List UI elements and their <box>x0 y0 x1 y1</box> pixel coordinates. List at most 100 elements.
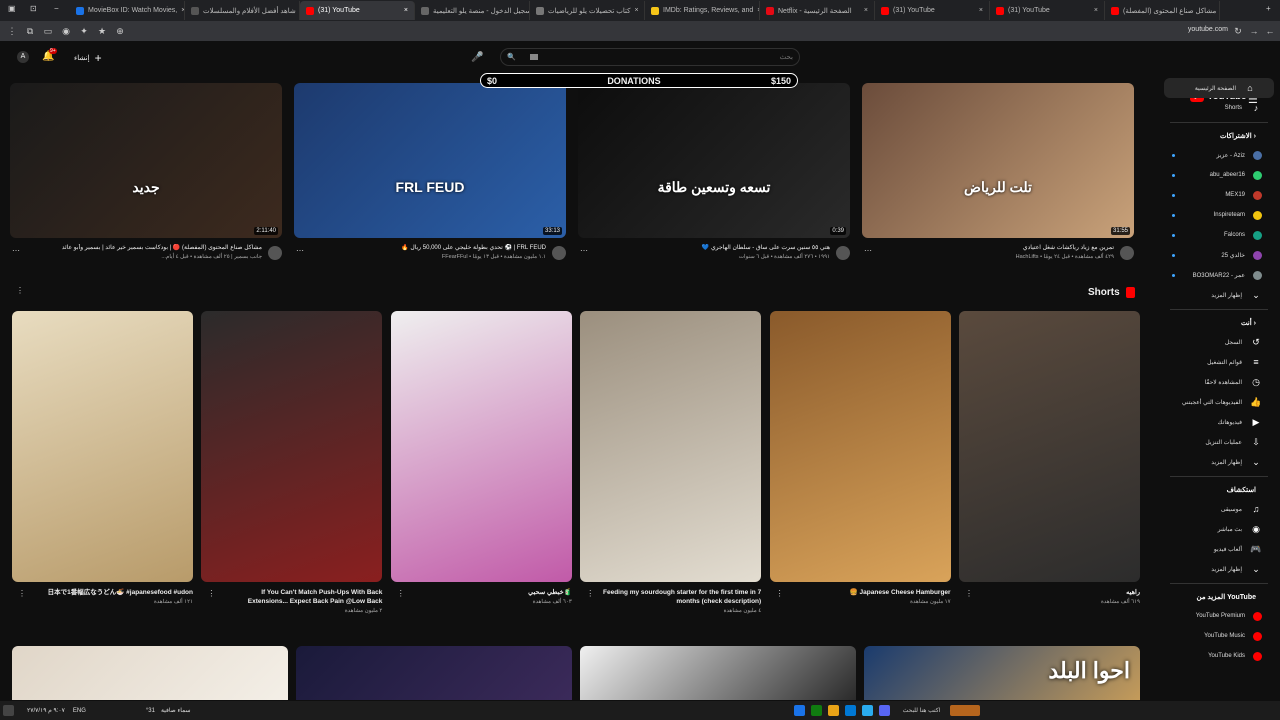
sidebar-item[interactable]: المشاهدة لاحقًا ◷ <box>1158 372 1280 392</box>
short-more-icon[interactable]: ⋮ <box>18 589 26 598</box>
video-thumbnail[interactable] <box>580 646 856 700</box>
browser-tab[interactable]: (31) YouTube × <box>990 1 1105 20</box>
more-options-icon[interactable]: ⋯ <box>296 246 304 255</box>
search-icon[interactable]: 🔍 <box>507 53 516 61</box>
short-card[interactable]: 🍔 Japanese Cheese Hamburger ١٧ مليون مشاه… <box>769 311 951 605</box>
url-text[interactable]: youtube.com <box>1188 26 1228 33</box>
channel-avatar[interactable] <box>836 246 850 260</box>
short-thumbnail[interactable] <box>201 311 383 582</box>
subscription-item[interactable]: خالدي 25 <box>1158 245 1280 265</box>
microphone-icon[interactable]: 🎤 <box>471 52 483 63</box>
video-title[interactable]: 🔥 تحدي بطولة خليجي على 50,000 ريال ⚽ | F… <box>294 244 566 251</box>
screenshot-icon[interactable]: ▭ <box>42 25 54 37</box>
video-thumbnail[interactable]: تلت للرياض 31:55 <box>862 83 1134 238</box>
keyboard-icon[interactable] <box>529 54 538 60</box>
sidebar-item[interactable]: YouTube Music <box>1158 626 1280 646</box>
menu-icon[interactable]: ⋮ <box>6 25 18 37</box>
short-more-icon[interactable]: ⋮ <box>397 589 405 598</box>
short-thumbnail[interactable] <box>12 311 193 582</box>
sidebar-item[interactable]: الصفحة الرئيسية ⌂ <box>1164 78 1274 98</box>
video-thumbnail[interactable]: FRL FEUD 33:13 <box>294 83 566 238</box>
shorts-more-icon[interactable]: ⋮ <box>16 286 24 295</box>
sidebar-item[interactable]: Shorts ♪ <box>1158 98 1280 118</box>
more-options-icon[interactable]: ⋯ <box>864 246 872 255</box>
browser-tab[interactable]: Netflix - الصفحة الرئيسية × <box>760 1 875 20</box>
video-title[interactable]: مشاكل صناع المحتوى (المفصلة) 🔴 | بودكاست… <box>10 244 282 251</box>
extension-icon[interactable]: ✦ <box>78 25 90 37</box>
sidebar-item[interactable]: إظهار المزيد ⌄ <box>1158 452 1280 472</box>
subscriptions-header[interactable]: الاشتراكات › <box>1158 127 1280 145</box>
sidebar-item[interactable]: السجل ↺ <box>1158 332 1280 352</box>
short-more-icon[interactable]: ⋮ <box>776 589 784 598</box>
folder-icon[interactable] <box>827 705 839 716</box>
short-thumbnail[interactable] <box>769 311 951 582</box>
short-thumbnail[interactable] <box>959 311 1140 582</box>
video-thumbnail[interactable]: احوا البلد <box>864 646 1140 700</box>
short-title[interactable]: Feeding my sourdough starter for the fir… <box>580 588 761 606</box>
tab-close-icon[interactable]: × <box>404 7 408 14</box>
refresh-icon[interactable]: ↻ <box>1232 25 1244 37</box>
video-card[interactable]: FRL FEUD 33:13 🔥 تحدي بطولة خليجي على 50,0… <box>294 83 566 260</box>
search-input[interactable] <box>537 53 793 61</box>
browser-tab[interactable]: MovieBox ID: Watch Movies, × <box>70 1 185 20</box>
video-card[interactable]: تسعه وتسعين طاقة 0:39 💙 هتي ٥٥ سنين سرت عل… <box>578 83 850 260</box>
browser-tab[interactable]: (31) YouTube × <box>875 1 990 20</box>
video-title[interactable]: 💙 هتي ٥٥ سنين سرت على ساق - سلطان الهاجر… <box>578 244 850 251</box>
short-more-icon[interactable]: ⋮ <box>586 589 594 598</box>
channel-avatar[interactable] <box>268 246 282 260</box>
sidebar-item[interactable]: ألعاب فيديو 🎮 <box>1158 539 1280 559</box>
video-card[interactable]: تلت للرياض 31:55 تمرين مع زياد رياكشات شغل… <box>862 83 1134 260</box>
subscription-item[interactable]: عزيز - Aziz <box>1158 145 1280 165</box>
zoom-icon[interactable]: ⊕ <box>114 25 126 37</box>
channel-avatar[interactable] <box>552 246 566 260</box>
bookmark-star-icon[interactable]: ★ <box>96 25 108 37</box>
short-thumbnail[interactable] <box>390 311 572 582</box>
sidebar-item[interactable]: إظهار المزيد ⌄ <box>1158 559 1280 579</box>
tab-close-icon[interactable]: × <box>979 7 983 14</box>
channel-avatar[interactable] <box>1120 246 1134 260</box>
subscription-item[interactable]: Inspireteam <box>1158 205 1280 225</box>
language-indicator[interactable]: ENG <box>73 708 86 714</box>
sidebar-item[interactable]: فيديوهاتك ▶ <box>1158 412 1280 432</box>
profile-icon[interactable]: ◉ <box>60 25 72 37</box>
video-card[interactable]: جديد 2:11:40 مشاكل صناع المحتوى (المفصلة) … <box>10 83 282 260</box>
subscription-item[interactable]: Falcons <box>1158 225 1280 245</box>
short-card[interactable]: 日本で1番幅広なうどん🍜 #japanesefood #udon ١٢١ ألف … <box>12 311 193 605</box>
short-title[interactable]: 日本で1番幅広なうどん🍜 #japanesefood #udon <box>12 588 193 597</box>
back-icon[interactable]: ← <box>1264 25 1276 37</box>
video-thumbnail[interactable]: تسعه وتسعين طاقة 0:39 <box>578 83 850 238</box>
tab-close-icon[interactable]: × <box>1094 7 1098 14</box>
create-button[interactable]: إنشاء + <box>74 51 102 65</box>
search-box[interactable]: 🔍 <box>500 48 800 66</box>
more-options-icon[interactable]: ⋯ <box>580 246 588 255</box>
window-close-icon[interactable]: ⊡ <box>30 4 37 13</box>
more-options-icon[interactable]: ⋯ <box>12 246 20 255</box>
short-title[interactable]: 🍔 Japanese Cheese Hamburger <box>770 588 951 597</box>
xbox-icon[interactable] <box>810 705 822 716</box>
sidebar-item[interactable]: YouTube Kids <box>1158 646 1280 666</box>
sidebar-item[interactable]: YouTube Premium <box>1158 606 1280 626</box>
tab-close-icon[interactable]: × <box>634 7 638 14</box>
browser-tab[interactable]: شاهد أفضل الأفلام والمسلسلات× <box>185 1 300 20</box>
browser-tab[interactable]: مشاكل صناع المحتوى (المفصلة)× <box>1105 1 1220 20</box>
minimize-icon[interactable]: − <box>54 4 59 13</box>
short-title[interactable]: خبطي سحبي🧃 <box>391 588 572 597</box>
sidebar-item[interactable]: عمليات التنزيل ⇩ <box>1158 432 1280 452</box>
video-thumbnail[interactable] <box>12 646 288 700</box>
browser-tab[interactable]: كتاب تحصيلات يلو للرياضيات × <box>530 1 645 20</box>
short-card[interactable]: راهيه ٦١٩ ألف مشاهدة ⋮ <box>959 311 1140 605</box>
sidebar-item[interactable]: الفيديوهات التي أعجبتني 👍 <box>1158 392 1280 412</box>
subscription-item[interactable]: MEX19 <box>1158 185 1280 205</box>
short-title[interactable]: راهيه <box>959 588 1140 597</box>
extensions-icon[interactable]: ⧉ <box>24 25 36 37</box>
subscription-item[interactable]: abu_abeer16 <box>1158 165 1280 185</box>
store-icon[interactable] <box>844 705 856 716</box>
short-card[interactable]: خبطي سحبي🧃 ٦٠٣ ألف مشاهدة ⋮ <box>390 311 572 605</box>
notification-center-icon[interactable] <box>3 705 14 716</box>
short-more-icon[interactable]: ⋮ <box>207 589 215 598</box>
short-card[interactable]: Feeding my sourdough starter for the fir… <box>580 311 762 614</box>
short-more-icon[interactable]: ⋮ <box>965 589 973 598</box>
taskbar-search[interactable]: اكتب هنا للبحث <box>903 707 941 714</box>
browser-tab[interactable]: (31) YouTube × <box>300 1 415 20</box>
tab-close-icon[interactable]: × <box>864 7 868 14</box>
